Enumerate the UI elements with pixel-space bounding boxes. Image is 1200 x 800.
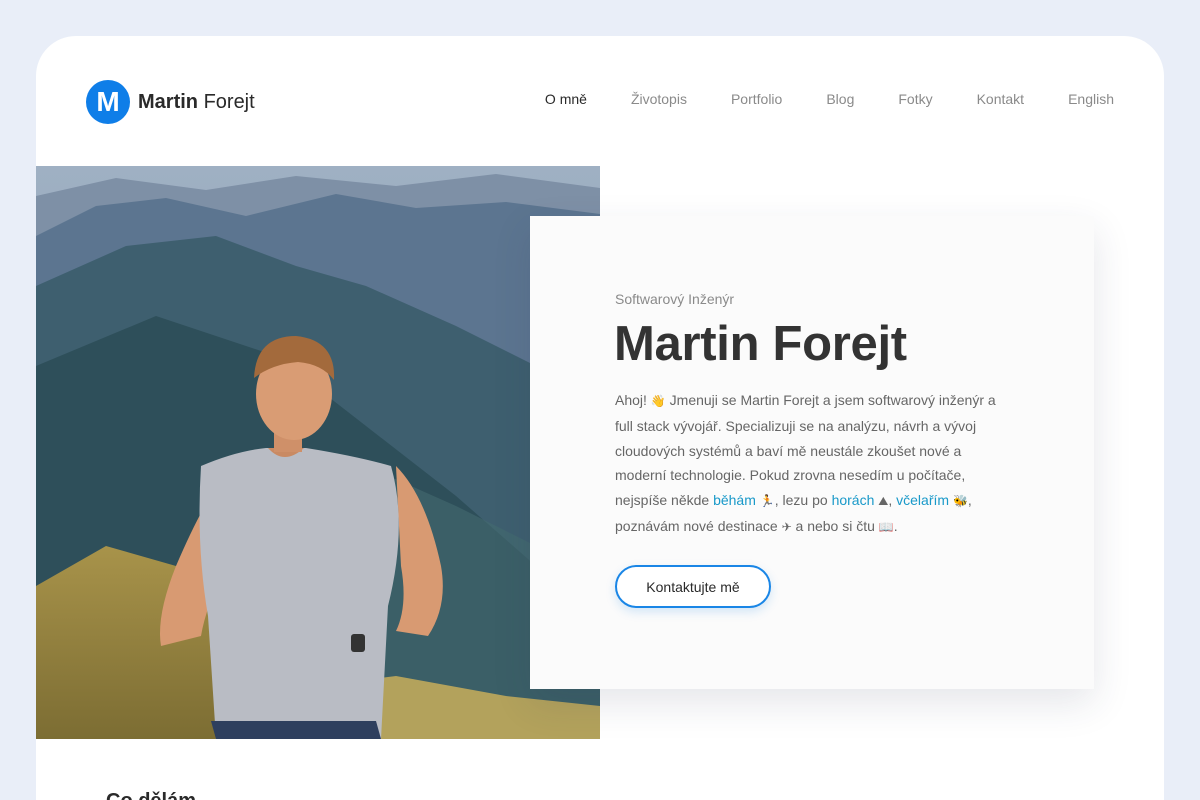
hero-card: Softwarový Inženýr Martin Forejt Ahoj! 👋… (530, 216, 1094, 689)
profile-photo (36, 166, 600, 739)
logo-last-name: Forejt (203, 90, 255, 113)
bio-text: Jmenuji se Martin Forejt a jsem softwaro… (615, 392, 996, 509)
contact-button[interactable]: Kontaktujte mě (615, 565, 771, 608)
nav-item-english[interactable]: English (1068, 91, 1114, 107)
bio-text: , lezu po (774, 492, 832, 509)
logo-text: Martin Forejt (138, 91, 255, 114)
logo-first-name: Martin (138, 90, 198, 113)
wave-icon: 👋 (650, 394, 666, 408)
nav-item-blog[interactable]: Blog (826, 91, 854, 107)
link-beekeeping[interactable]: včelařím (896, 492, 949, 508)
nav-item-photos[interactable]: Fotky (898, 91, 932, 107)
airplane-icon: ✈ (781, 519, 792, 534)
mountain-icon: ⛰ (878, 494, 889, 509)
link-running[interactable]: běhám (713, 492, 756, 508)
page-card: M Martin Forejt O mně Životopis Portfoli… (36, 36, 1164, 800)
nav-item-cv[interactable]: Životopis (631, 91, 687, 107)
section-title: Co dělám (106, 790, 196, 800)
bio-text: Ahoj! (615, 392, 651, 408)
bio-text: a nebo si čtu (791, 517, 879, 534)
book-icon: 📖 (878, 519, 894, 534)
bee-icon: 🐝 (952, 494, 968, 509)
bio-text: . (893, 517, 898, 534)
main-nav: O mně Životopis Portfolio Blog Fotky Kon… (545, 91, 1114, 107)
nav-item-contact[interactable]: Kontakt (977, 91, 1024, 107)
hero-subtitle: Softwarový Inženýr (615, 291, 735, 307)
profile-photo-illustration (36, 166, 600, 739)
bio-text: , (888, 492, 897, 509)
site-logo[interactable]: M Martin Forejt (86, 80, 255, 124)
nav-item-portfolio[interactable]: Portfolio (731, 91, 782, 107)
nav-item-about[interactable]: O mně (545, 91, 587, 107)
link-mountains[interactable]: horách (832, 492, 875, 508)
hero-bio: Ahoj! 👋 Jmenuji se Martin Forejt a jsem … (615, 388, 1015, 540)
logo-badge: M (86, 80, 130, 124)
hero-name: Martin Forejt (614, 317, 907, 371)
runner-icon: 🏃 (759, 494, 775, 509)
